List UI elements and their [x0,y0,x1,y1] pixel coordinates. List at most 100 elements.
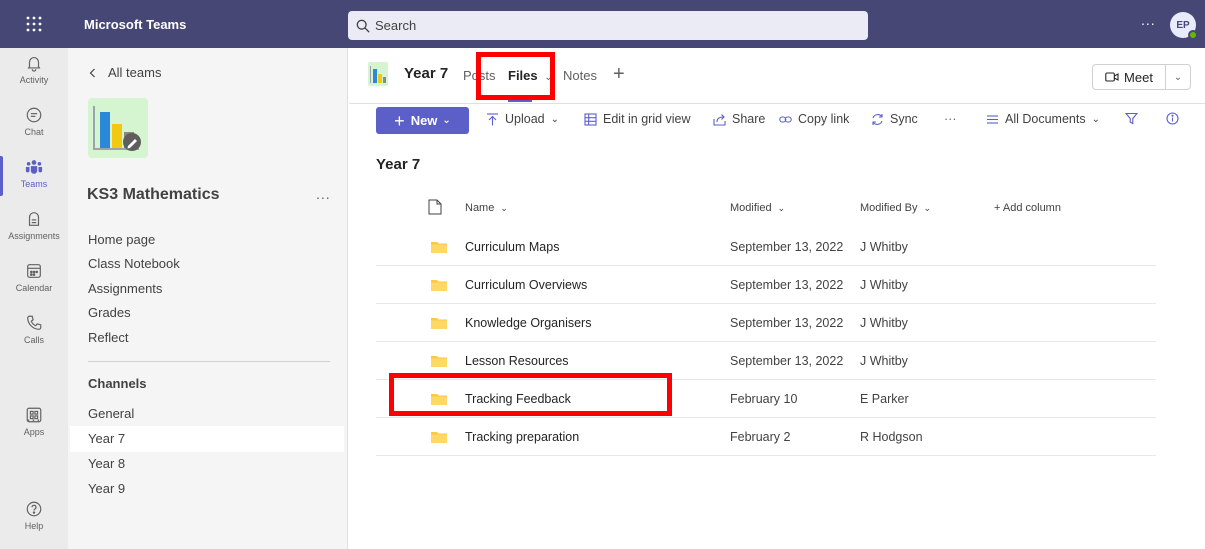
rail-label: Chat [24,127,44,137]
channel-general[interactable]: General [70,401,344,427]
modified-date: February 2 [730,430,791,444]
info-button[interactable] [1166,112,1179,125]
channel-year-8[interactable]: Year 8 [70,451,344,477]
file-name[interactable]: Curriculum Overviews [465,278,587,292]
folder-icon [431,356,447,367]
team-link-home-page[interactable]: Home page [88,232,155,247]
library-title: Year 7 [376,156,421,173]
waffle-icon [26,16,42,32]
avatar[interactable]: EP [1170,12,1198,40]
tab-notes[interactable]: Notes [563,68,597,83]
rail-label: Assignments [8,231,60,241]
meet-options-dropdown[interactable]: ⌄ [1165,64,1191,90]
chat-icon [26,107,42,123]
rail-apps[interactable]: Apps [0,400,68,452]
channels-heading: Channels [88,376,147,391]
modified-by: R Hodgson [860,430,923,444]
tab-files[interactable]: Files ⌄ [508,68,553,83]
active-tab-indicator [508,100,532,102]
rail-help[interactable]: Help [0,494,68,546]
team-link-reflect[interactable]: Reflect [88,330,128,345]
file-name[interactable]: Tracking preparation [465,430,579,444]
table-row[interactable]: Curriculum Overviews September 13, 2022 … [376,266,1156,304]
upload-button[interactable]: Upload ⌄ [486,112,559,126]
file-name[interactable]: Tracking Feedback [465,392,571,406]
top-bar: Microsoft Teams ... EP [0,0,1205,48]
rail-label: Help [24,521,44,531]
search-icon [356,19,370,33]
video-camera-icon [1105,72,1119,82]
table-row[interactable]: Knowledge Organisers September 13, 2022 … [376,304,1156,342]
header-divider [349,103,1205,104]
filter-button[interactable] [1125,112,1138,125]
column-header-modified[interactable]: Modified ⌄ [730,202,785,214]
presence-available-icon [1188,30,1198,40]
all-teams-back-button[interactable]: All teams [88,65,161,80]
rail-teams[interactable]: Teams [0,152,68,204]
channel-title: Year 7 [404,65,449,82]
table-row[interactable]: Lesson Resources September 13, 2022 J Wh… [376,342,1156,380]
team-link-grades[interactable]: Grades [88,305,131,320]
new-button[interactable]: + New ⌄ [376,107,469,134]
chevron-left-icon [89,68,95,77]
team-more-options-button[interactable]: ... [316,186,331,202]
rail-chat[interactable]: Chat [0,100,68,152]
modified-date: September 13, 2022 [730,316,844,330]
copy-link-button[interactable]: Copy link [779,112,849,126]
modified-by: J Whitby [860,316,908,330]
rail-calendar[interactable]: Calendar [0,256,68,308]
team-link-assignments[interactable]: Assignments [88,281,162,296]
meet-label: Meet [1124,69,1153,85]
channel-year-7[interactable]: Year 7 [70,426,344,452]
edit-in-grid-view-button[interactable]: Edit in grid view [584,112,691,126]
plus-icon: + [613,63,625,85]
channel-team-icon [368,62,388,86]
file-name[interactable]: Curriculum Maps [465,240,559,254]
chevron-down-icon: ⌄ [923,203,932,213]
modified-by: E Parker [860,392,909,406]
add-tab-button[interactable]: + [613,63,625,86]
chevron-down-icon: ⌄ [550,113,560,125]
sync-icon [872,113,883,125]
share-button[interactable]: Share [713,112,765,126]
view-selector[interactable]: All Documents ⌄ [986,112,1100,126]
table-row[interactable]: Curriculum Maps September 13, 2022 J Whi… [376,228,1156,266]
chart-logo-icon [93,106,141,151]
calendar-icon [27,264,41,278]
modified-date: September 13, 2022 [730,278,844,292]
sync-button[interactable]: Sync [871,112,918,126]
table-row[interactable]: Tracking Feedback February 10 E Parker [376,380,1156,418]
tab-posts[interactable]: Posts [463,68,496,83]
rail-label: Teams [20,179,48,189]
rail-label: Calendar [15,283,53,293]
settings-more-button[interactable]: ... [1141,12,1156,28]
rail-activity[interactable]: Activity [0,48,68,100]
table-row[interactable]: Tracking preparation February 2 R Hodgso… [376,418,1156,456]
file-name[interactable]: Lesson Resources [465,354,569,368]
team-link-class-notebook[interactable]: Class Notebook [88,256,180,271]
bell-icon [27,57,41,72]
meet-button[interactable]: Meet [1092,64,1166,90]
share-icon [713,113,726,126]
sync-label: Sync [890,112,918,126]
column-modified-by-label: Modified By [860,202,918,214]
search-box[interactable] [348,11,868,40]
folder-icon [431,394,447,405]
column-header-name[interactable]: Name ⌄ [465,202,508,214]
plus-icon: + [394,110,405,131]
rail-calls[interactable]: Calls [0,308,68,360]
rail-assignments[interactable]: Assignments [0,204,68,256]
channel-year-9[interactable]: Year 9 [70,476,344,502]
file-name[interactable]: Knowledge Organisers [465,316,591,330]
app-launcher-button[interactable] [0,0,68,48]
search-input[interactable] [375,18,855,33]
chevron-down-icon: ⌄ [500,203,508,213]
edit-grid-label: Edit in grid view [603,112,691,126]
upload-label: Upload [505,112,545,126]
view-label: All Documents [1005,112,1086,126]
add-column-button[interactable]: + Add column [994,202,1061,214]
modified-by: J Whitby [860,240,908,254]
column-header-modified-by[interactable]: Modified By ⌄ [860,202,931,214]
modified-by: J Whitby [860,354,908,368]
toolbar-more-button[interactable]: ··· [944,112,957,126]
